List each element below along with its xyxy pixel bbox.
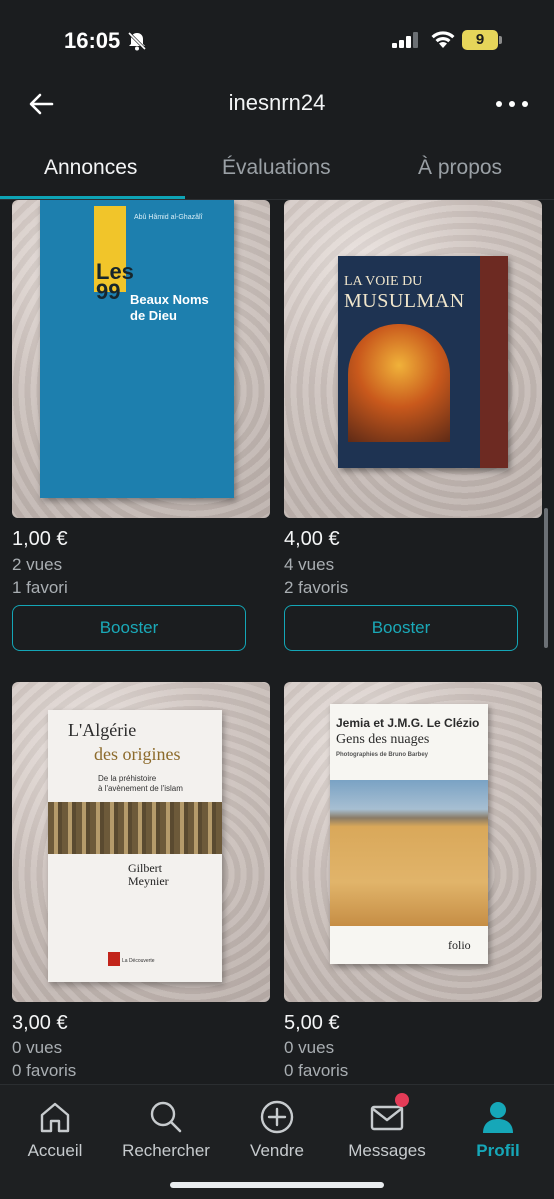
booster-button[interactable]: Booster [12,605,246,651]
listing-photo[interactable]: LA VOIE DU MUSULMAN [284,200,542,518]
nav-label: Profil [476,1141,520,1160]
cover-publisher: folio [448,938,471,952]
nav-label: Vendre [250,1141,304,1160]
listing-price: 5,00 € [284,1012,340,1034]
listing-favorites: 0 favoris [284,1061,349,1080]
search-icon [150,1101,182,1133]
cover-title: Beaux Noms de Dieu [130,292,209,323]
listing-favorites: 0 favoris [12,1061,77,1080]
listing-views: 0 vues [284,1038,335,1057]
cover-author: Jemia et J.M.G. Le Clézio [336,716,480,730]
tab-a-propos[interactable]: À propos [418,156,502,180]
battery-icon: 9 [462,30,502,50]
listing-favorites: 1 favori [12,578,68,597]
cover-illustration [48,802,222,854]
nav-item-profil[interactable]: Profil [438,1091,554,1161]
book-cover: Jemia et J.M.G. Le Clézio Gens des nuage… [330,704,488,964]
listing-price: 1,00 € [12,528,68,550]
listing-price: 4,00 € [284,528,340,550]
listing-photo[interactable]: Abû Hâmid al-Ghazâlî Les 99 Beaux Noms d… [12,200,270,518]
nav-item-vendre[interactable]: Vendre [217,1091,337,1161]
bell-muted-icon [127,31,147,51]
wifi-icon [431,31,455,48]
listing-photo[interactable]: L'Algérie des origines De la préhistoire… [12,682,270,1002]
booster-button[interactable]: Booster [284,605,518,651]
cover-author: Abû Hâmid al-Ghazâlî [134,214,203,221]
listing-price: 3,00 € [12,1012,68,1034]
cover-badge-text: Les 99 [96,259,134,304]
profile-tabs: Annonces Évaluations À propos [0,146,554,200]
nav-item-accueil[interactable]: Accueil [0,1091,115,1161]
page-title: inesnrn24 [228,90,326,115]
more-options-icon[interactable] [494,94,530,114]
notification-badge [395,1093,409,1107]
nav-header: inesnrn24 [0,80,554,128]
profile-icon [483,1102,513,1133]
signal-icon [392,32,418,48]
bottom-nav: Accueil Rechercher Vendre Messages Profi… [0,1084,554,1199]
publisher-logo [108,952,120,966]
book-cover: L'Algérie des origines De la préhistoire… [48,710,222,982]
nav-item-rechercher[interactable]: Rechercher [106,1091,226,1161]
listing-views: 4 vues [284,555,335,574]
nav-label: Messages [348,1141,426,1160]
cover-title-line2: des origines [94,744,181,764]
cover-title: Gens des nuages [336,732,430,747]
tab-evaluations[interactable]: Évaluations [222,156,331,180]
scrollbar[interactable] [544,508,548,648]
cover-title-line1: L'Algérie [68,720,137,740]
book-spine [480,256,508,468]
cover-title-line1: LA VOIE DU [344,274,423,289]
nav-label: Rechercher [122,1141,210,1160]
listing-views: 2 vues [12,555,63,574]
cover-subtitle: De la préhistoire à l'avènement de l'isl… [98,774,183,793]
listing-views: 0 vues [12,1038,63,1057]
book-cover: LA VOIE DU MUSULMAN [338,256,508,468]
listing-favorites: 2 favoris [284,578,349,597]
cover-publisher: La Découverte [122,958,155,964]
nav-item-messages[interactable]: Messages [327,1091,447,1161]
cover-title-line2: MUSULMAN [344,290,465,312]
plus-circle-icon [260,1100,294,1134]
cover-author: Gilbert Meynier [128,861,169,888]
active-tab-indicator [0,196,185,199]
listing-photo[interactable]: Jemia et J.M.G. Le Clézio Gens des nuage… [284,682,542,1002]
cover-photo-credit: Photographies de Bruno Barbey [336,752,429,758]
status-time: 16:05 [64,28,121,53]
cover-illustration [348,324,450,442]
listings-grid: Abû Hâmid al-Ghazâlî Les 99 Beaux Noms d… [0,200,554,1084]
nav-label: Accueil [27,1141,83,1160]
book-cover: Abû Hâmid al-Ghazâlî Les 99 Beaux Noms d… [40,200,234,498]
cover-illustration [330,780,488,926]
status-bar: 16:05 9 [0,0,554,80]
tab-annonces[interactable]: Annonces [44,156,137,180]
battery-level: 9 [475,31,485,48]
home-indicator [170,1182,384,1188]
home-icon [40,1102,70,1133]
